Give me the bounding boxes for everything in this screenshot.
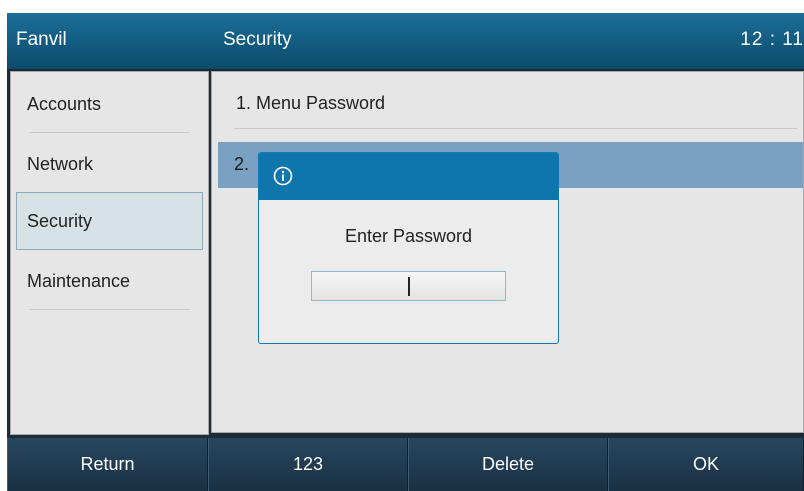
input-mode-button[interactable]: 123 [208,438,408,491]
password-dialog: Enter Password [258,152,559,344]
dialog-title: Enter Password [344,226,473,246]
divider [29,309,190,310]
return-button[interactable]: Return [7,438,208,491]
clock-time: 12 : 11 [740,29,804,50]
sidebar: Accounts Network Security Maintenance [10,71,209,435]
menu-item-menu-password[interactable]: 1. Menu Password [212,72,804,130]
delete-button[interactable]: Delete [408,438,608,491]
sidebar-item-label: Accounts [27,94,102,114]
info-icon [273,166,293,186]
sidebar-item-label: Security [27,211,93,231]
password-input[interactable] [311,271,506,301]
softkey-bar: Return 123 Delete OK [7,438,804,491]
page-title: Security [223,29,292,50]
menu-item-label: 1. Menu Password [236,93,386,113]
divider [29,132,190,133]
phone-screen: Fanvil Security 12 : 11 Accounts Network… [0,0,804,491]
sidebar-item-security[interactable]: Security [16,192,203,250]
dialog-header [259,153,558,200]
status-bar: Fanvil Security 12 : 11 [7,13,804,69]
menu-item-label: 2. [234,154,250,174]
sidebar-item-label: Network [27,154,94,174]
ok-button[interactable]: OK [608,438,804,491]
sidebar-item-accounts[interactable]: Accounts [11,74,208,134]
divider [234,128,797,129]
text-cursor [408,277,410,296]
sidebar-item-maintenance[interactable]: Maintenance [11,251,208,311]
sidebar-item-network[interactable]: Network [11,134,208,194]
device-frame: Fanvil Security 12 : 11 Accounts Network… [7,13,804,491]
sidebar-item-label: Maintenance [27,271,131,291]
brand-label: Fanvil [16,29,67,50]
